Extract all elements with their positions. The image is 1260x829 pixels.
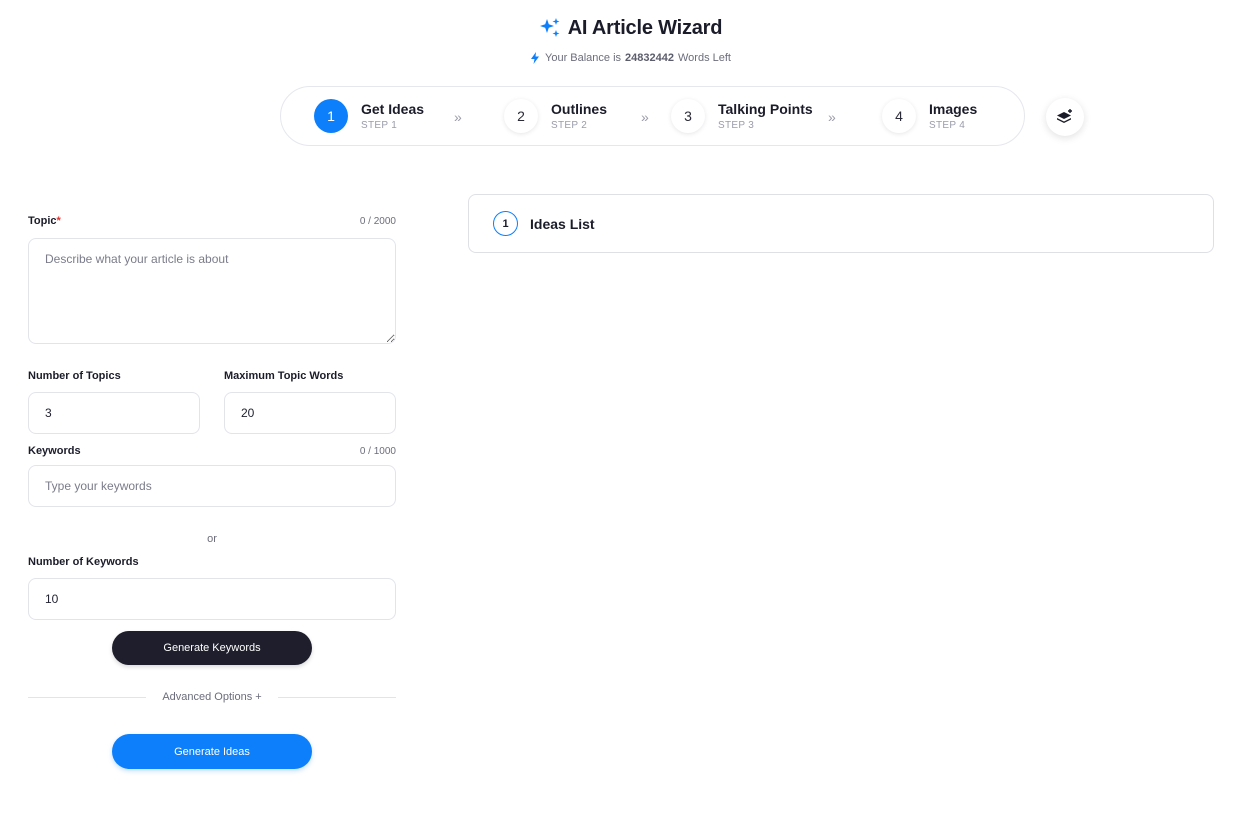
- chevron-right-icon: »: [454, 109, 462, 125]
- step-number: 4: [882, 99, 916, 133]
- num-keywords-input[interactable]: [28, 578, 396, 620]
- balance-suffix: Words Left: [678, 52, 731, 64]
- lightning-icon: [531, 52, 539, 64]
- num-keywords-group: Number of Keywords: [28, 552, 396, 620]
- title-row: AI Article Wizard: [0, 14, 1260, 42]
- step-name: Outlines: [551, 100, 608, 117]
- divider-line: [277, 696, 396, 698]
- ideas-list-number: 1: [493, 211, 518, 236]
- advanced-options-toggle[interactable]: Advanced Options +: [162, 691, 261, 703]
- keywords-label: Keywords: [28, 445, 81, 457]
- generate-keywords-button[interactable]: Generate Keywords: [112, 631, 312, 665]
- balance-info: Your Balance is 24832442 Words Left: [0, 52, 1260, 64]
- advanced-options-divider: Advanced Options +: [28, 691, 396, 703]
- required-asterisk: *: [56, 215, 61, 227]
- step-get-ideas[interactable]: 1 Get Ideas STEP 1: [314, 99, 424, 133]
- balance-value: 24832442: [625, 52, 674, 64]
- num-keywords-label: Number of Keywords: [28, 556, 139, 568]
- step-number: 3: [671, 99, 705, 133]
- step-name: Talking Points: [718, 100, 813, 117]
- step-sub: STEP 1: [361, 119, 398, 131]
- step-number: 2: [504, 99, 538, 133]
- max-words-label: Maximum Topic Words: [224, 370, 344, 382]
- topic-counter: 0 / 2000: [359, 215, 396, 227]
- step-images[interactable]: 4 Images STEP 4: [882, 99, 977, 133]
- topic-label: Topic*: [28, 215, 61, 227]
- keywords-counter: 0 / 1000: [359, 445, 396, 457]
- max-words-group: Maximum Topic Words: [224, 366, 396, 434]
- num-topics-label: Number of Topics: [28, 370, 121, 382]
- or-separator: or: [207, 533, 217, 545]
- num-topics-input[interactable]: [28, 392, 200, 434]
- wizard-stepper: 1 Get Ideas STEP 1 » 2 Outlines STEP 2 »…: [280, 86, 1025, 146]
- step-number: 1: [314, 99, 348, 133]
- num-topics-group: Number of Topics: [28, 366, 200, 434]
- keywords-input[interactable]: [28, 465, 396, 507]
- topic-textarea[interactable]: [28, 238, 396, 344]
- layers-icon: [1057, 109, 1072, 123]
- chevron-right-icon: »: [828, 109, 836, 125]
- ideas-list-panel[interactable]: 1 Ideas List: [468, 194, 1214, 253]
- generate-ideas-button[interactable]: Generate Ideas: [112, 734, 312, 769]
- step-sub: STEP 3: [718, 119, 755, 131]
- divider-line: [28, 696, 147, 698]
- max-words-input[interactable]: [224, 392, 396, 434]
- page-title: AI Article Wizard: [567, 16, 723, 39]
- sparkle-icon: [539, 18, 560, 37]
- page-header: AI Article Wizard Your Balance is 248324…: [0, 14, 1260, 64]
- ideas-list-title: Ideas List: [530, 215, 595, 232]
- step-outlines[interactable]: 2 Outlines STEP 2: [504, 99, 607, 133]
- step-sub: STEP 4: [929, 119, 966, 131]
- step-name: Images: [929, 100, 978, 117]
- keywords-group: Keywords 0 / 1000: [28, 445, 396, 507]
- step-sub: STEP 2: [551, 119, 588, 131]
- chevron-right-icon: »: [641, 109, 649, 125]
- balance-prefix: Your Balance is: [545, 52, 622, 64]
- step-name: Get Ideas: [361, 100, 425, 117]
- step-talking-points[interactable]: 3 Talking Points STEP 3: [671, 99, 813, 133]
- layers-button[interactable]: [1046, 98, 1084, 136]
